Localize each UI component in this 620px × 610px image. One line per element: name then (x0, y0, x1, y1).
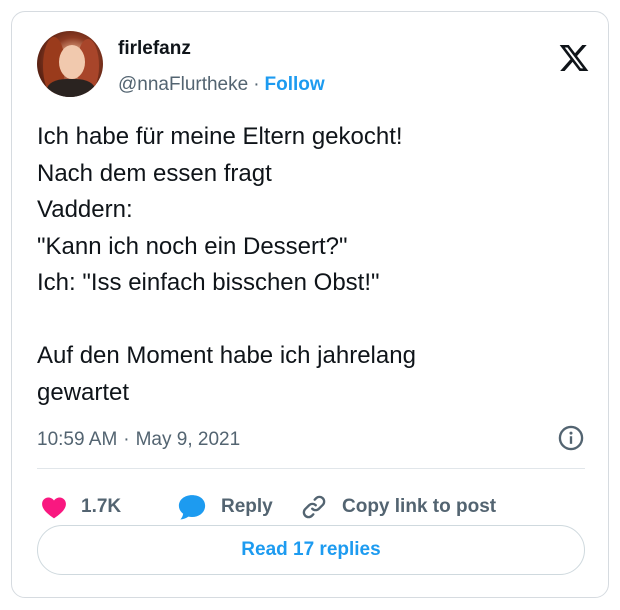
display-name[interactable]: firlefanz (118, 38, 191, 60)
handle-row: @nnaFlurtheke · Follow (118, 74, 325, 96)
user-handle[interactable]: @nnaFlurtheke (118, 74, 248, 95)
reply-button[interactable]: Reply (177, 492, 273, 522)
like-button[interactable]: 1.7K (41, 492, 121, 522)
tweet-meta: 10:59 AM · May 9, 2021 (37, 429, 240, 451)
tweet-text: Ich habe für meine Eltern gekocht! Nach … (37, 123, 416, 406)
divider (37, 468, 585, 469)
handle-separator: · (253, 74, 260, 95)
reply-label: Reply (221, 496, 273, 517)
meta-separator: · (123, 429, 130, 450)
copy-link-label: Copy link to post (342, 496, 497, 517)
info-icon[interactable] (557, 424, 585, 452)
tweet-date[interactable]: May 9, 2021 (136, 429, 241, 450)
x-logo-icon[interactable] (558, 42, 590, 74)
like-count: 1.7K (81, 496, 122, 517)
tweet-card: firlefanz @nnaFlurtheke · Follow Ich habe … (11, 11, 609, 598)
link-icon (302, 495, 326, 519)
avatar[interactable] (37, 31, 103, 97)
reply-bubble-icon (178, 495, 206, 520)
follow-button[interactable]: Follow (265, 74, 325, 95)
tweet-time[interactable]: 10:59 AM (37, 429, 117, 450)
heart-icon (42, 497, 66, 519)
copy-link-button[interactable]: Copy link to post (300, 492, 496, 522)
read-replies-button[interactable]: Read 17 replies (37, 525, 585, 575)
